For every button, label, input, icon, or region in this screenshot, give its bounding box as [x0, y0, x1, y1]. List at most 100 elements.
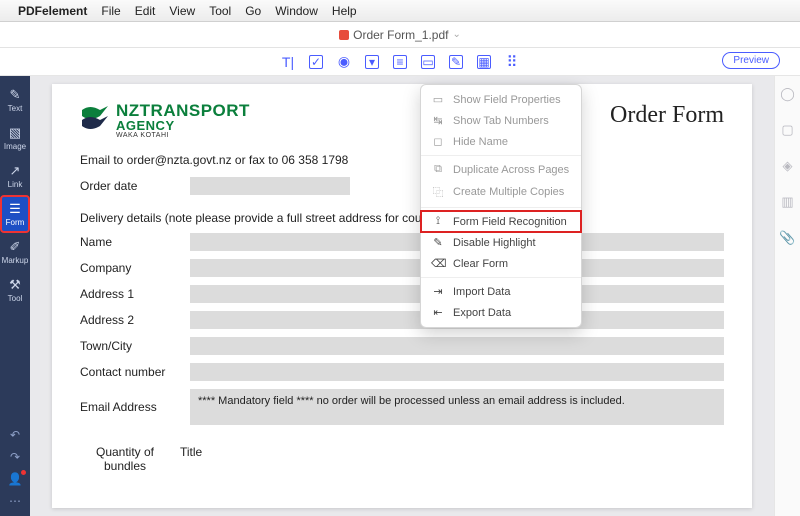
tab-numbers-icon: ↹ [431, 114, 445, 127]
chevron-down-icon[interactable]: ⌄ [452, 29, 460, 40]
panel-icon-1[interactable]: ◯ [780, 86, 795, 102]
image-field-tool-icon[interactable]: ▦ [477, 55, 491, 69]
main-area: ✎Text ▧Image ↗Link ☰Form ✐Markup ⚒Tool ↶… [0, 76, 800, 516]
combobox-tool-icon[interactable]: ▾ [365, 55, 379, 69]
sidebar-label: Markup [2, 256, 29, 265]
pdf-icon [339, 30, 349, 40]
document-viewport[interactable]: NZTRANSPORT AGENCY WAKA KOTAHI Order For… [30, 76, 774, 516]
window-titlebar: Order Form_1.pdf ⌄ [0, 22, 800, 48]
company-label: Company [80, 261, 190, 275]
signature-tool-icon[interactable]: ✎ [449, 55, 463, 69]
panel-icon-2[interactable]: ▢ [781, 122, 793, 138]
contact-label: Contact number [80, 365, 190, 379]
email-label: Email Address [80, 400, 190, 414]
text-icon: ✎ [1, 87, 29, 103]
town-field[interactable] [190, 337, 724, 355]
nzta-logo: NZTRANSPORT AGENCY WAKA KOTAHI [80, 102, 250, 139]
sidebar-more-icon[interactable]: ⋯ [9, 494, 21, 508]
sidebar-item-link[interactable]: ↗Link [1, 158, 29, 194]
export-icon: ⇤ [431, 306, 445, 319]
markup-icon: ✐ [1, 239, 29, 255]
name-label: Name [80, 235, 190, 249]
menubar-file[interactable]: File [101, 4, 120, 18]
dd-import-data[interactable]: ⇥Import Data [421, 281, 581, 302]
form-more-dropdown: ▭Show Field Properties ↹Show Tab Numbers… [420, 84, 582, 328]
sidebar-left: ✎Text ▧Image ↗Link ☰Form ✐Markup ⚒Tool ↶… [0, 76, 30, 516]
dropdown-separator [421, 155, 581, 156]
sidebar-item-form[interactable]: ☰Form [1, 196, 29, 232]
contact-field[interactable] [190, 363, 724, 381]
menubar-view[interactable]: View [169, 4, 195, 18]
delivery-heading: Delivery details (note please provide a … [80, 211, 724, 225]
sidebar-item-tool[interactable]: ⚒Tool [1, 272, 29, 308]
order-date-label: Order date [80, 179, 190, 193]
attachment-icon[interactable]: 📎 [779, 230, 795, 246]
user-icon[interactable]: 👤 [8, 472, 23, 486]
redo-icon[interactable]: ↷ [10, 450, 20, 464]
dd-show-tab-numbers[interactable]: ↹Show Tab Numbers [421, 110, 581, 131]
logo-mark-icon [80, 102, 110, 134]
dd-show-field-properties[interactable]: ▭Show Field Properties [421, 89, 581, 110]
menubar-tool[interactable]: Tool [209, 4, 231, 18]
address1-label: Address 1 [80, 287, 190, 301]
thumbnail-icon[interactable]: ▥ [781, 194, 793, 210]
recognition-icon: ⟟ [431, 215, 445, 228]
address2-label: Address 2 [80, 313, 190, 327]
dd-export-data[interactable]: ⇤Export Data [421, 302, 581, 323]
sidebar-label: Text [8, 104, 23, 113]
sidebar-label: Link [8, 180, 23, 189]
image-icon: ▧ [1, 125, 29, 141]
tool-icon: ⚒ [1, 277, 29, 293]
quantity-col-header: Quantity of bundles [80, 445, 170, 473]
more-tools-icon[interactable]: ⠿ [505, 55, 519, 69]
hide-name-icon: ◻ [431, 135, 445, 148]
import-icon: ⇥ [431, 285, 445, 298]
title-col-header: Title [180, 445, 202, 473]
document-name: Order Form_1.pdf [353, 28, 448, 42]
radio-tool-icon[interactable]: ◉ [337, 55, 351, 69]
logo-line2: AGENCY [116, 119, 250, 132]
clear-icon: ⌫ [431, 257, 445, 270]
logo-line3: WAKA KOTAHI [116, 132, 250, 139]
menubar-help[interactable]: Help [332, 4, 357, 18]
dd-hide-name[interactable]: ◻Hide Name [421, 131, 581, 152]
highlight-icon: ✎ [431, 236, 445, 249]
form-icon: ☰ [1, 201, 29, 217]
sidebar-label: Form [6, 218, 25, 227]
sidebar-item-markup[interactable]: ✐Markup [1, 234, 29, 270]
copies-icon: ⿻ [431, 184, 445, 200]
listbox-tool-icon[interactable]: ≡ [393, 55, 407, 69]
form-toolbar: T| ✓ ◉ ▾ ≡ ▭ ✎ ▦ ⠿ Preview [0, 48, 800, 76]
dd-disable-highlight[interactable]: ✎Disable Highlight [421, 232, 581, 253]
email-line: Email to order@nzta.govt.nz or fax to 06… [80, 153, 724, 167]
menubar-window[interactable]: Window [275, 4, 318, 18]
dd-duplicate-across-pages[interactable]: ⧉Duplicate Across Pages [421, 159, 581, 180]
sidebar-item-text[interactable]: ✎Text [1, 82, 29, 118]
text-field-tool-icon[interactable]: T| [281, 55, 295, 69]
properties-icon: ▭ [431, 93, 445, 106]
preview-button[interactable]: Preview [722, 52, 780, 69]
document-title[interactable]: Order Form_1.pdf ⌄ [339, 28, 461, 42]
sidebar-label: Image [4, 142, 26, 151]
logo-line1: NZTRANSPORT [116, 102, 250, 119]
email-field[interactable]: **** Mandatory field **** no order will … [190, 389, 724, 425]
dd-form-field-recognition[interactable]: ⟟Form Field Recognition [421, 211, 581, 232]
dd-create-multiple-copies[interactable]: ⿻Create Multiple Copies [421, 180, 581, 204]
bookmark-icon[interactable]: ◈ [783, 158, 793, 174]
town-label: Town/City [80, 339, 190, 353]
link-icon: ↗ [1, 163, 29, 179]
undo-icon[interactable]: ↶ [10, 428, 20, 442]
sidebar-item-image[interactable]: ▧Image [1, 120, 29, 156]
dropdown-separator [421, 277, 581, 278]
order-date-field[interactable] [190, 177, 350, 195]
duplicate-icon: ⧉ [431, 163, 445, 176]
dd-clear-form[interactable]: ⌫Clear Form [421, 253, 581, 274]
checkbox-tool-icon[interactable]: ✓ [309, 55, 323, 69]
pdf-page: NZTRANSPORT AGENCY WAKA KOTAHI Order For… [52, 84, 752, 508]
page-title: Order Form [610, 102, 724, 129]
button-tool-icon[interactable]: ▭ [421, 55, 435, 69]
menubar-go[interactable]: Go [245, 4, 261, 18]
menubar-edit[interactable]: Edit [135, 4, 156, 18]
sidebar-label: Tool [8, 294, 23, 303]
menubar-app[interactable]: PDFelement [18, 4, 87, 18]
